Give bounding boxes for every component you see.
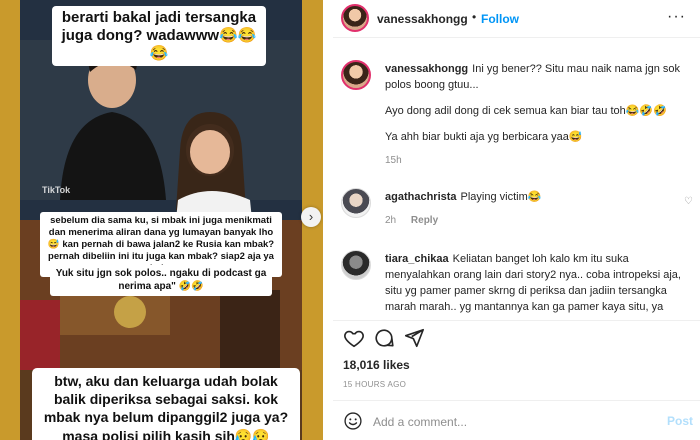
post-details-panel: vanessakhongg • Follow ··· vanessakhongg… <box>333 0 700 440</box>
commenter-avatar[interactable] <box>341 60 371 90</box>
comment-text: Ayo dong adil dong di cek semua kan biar… <box>385 104 667 117</box>
emoji-icon[interactable] <box>343 411 363 431</box>
post-comment-button[interactable]: Post <box>667 414 693 428</box>
share-icon[interactable] <box>403 327 425 349</box>
comment-username[interactable]: vanessakhongg <box>385 63 468 75</box>
comment-username[interactable]: agathachrista <box>385 191 457 203</box>
commenter-avatar[interactable] <box>341 250 371 280</box>
author-username[interactable]: vanessakhongg <box>377 12 468 26</box>
follow-button[interactable]: Follow <box>481 12 519 26</box>
story-screenshot: berarti bakal jadi tersangka juga dong? … <box>20 0 302 440</box>
comment-meta: 15h <box>385 154 695 169</box>
comment-body: vanessakhongg Ini yg bener?? Situ mau nai… <box>385 62 695 168</box>
comment-body: tiara_chikaa Keliatan banget loh kalo km … <box>385 252 691 316</box>
comment-text: Playing victim😂 <box>460 191 542 203</box>
comment-time[interactable]: 2h <box>385 215 396 226</box>
comment-meta: 2h Reply <box>385 214 695 229</box>
likes-count[interactable]: 18,016 likes <box>343 358 410 372</box>
comment-body: agathachrista Playing victim😂 2h Reply <box>385 190 695 228</box>
tiktok-watermark: TikTok <box>42 185 71 195</box>
comment-text: Ya ahh biar bukti aja yg berbicara yaa😅 <box>385 130 583 143</box>
story-caption-bottom: btw, aku dan keluarga udah bolak balik d… <box>32 368 300 440</box>
comment-username[interactable]: tiara_chikaa <box>385 253 449 265</box>
post-media: berarti bakal jadi tersangka juga dong? … <box>0 0 323 440</box>
commenter-avatar[interactable] <box>341 188 371 218</box>
reply-button[interactable]: Reply <box>411 215 438 226</box>
header-separator: • <box>472 10 477 24</box>
story-caption-top: berarti bakal jadi tersangka juga dong? … <box>52 6 266 66</box>
chevron-right-icon: › <box>308 209 314 224</box>
comment-icon[interactable] <box>373 327 395 349</box>
comment-time[interactable]: 15h <box>385 155 402 166</box>
add-comment-bar: Post <box>333 400 700 440</box>
post-actions-bar <box>333 320 700 350</box>
heart-icon[interactable] <box>343 327 365 349</box>
comment-input[interactable] <box>373 413 653 431</box>
next-media-button[interactable]: › <box>301 207 321 227</box>
post-timestamp[interactable]: 15 HOURS AGO <box>343 380 406 389</box>
more-options-icon[interactable]: ··· <box>667 8 686 26</box>
post-header: vanessakhongg • Follow ··· <box>333 0 700 38</box>
author-avatar[interactable] <box>341 4 369 32</box>
story-caption-middle-2: Yuk situ jgn sok polos.. ngaku di podcas… <box>50 265 272 296</box>
like-comment-icon[interactable]: ♡ <box>684 196 693 207</box>
